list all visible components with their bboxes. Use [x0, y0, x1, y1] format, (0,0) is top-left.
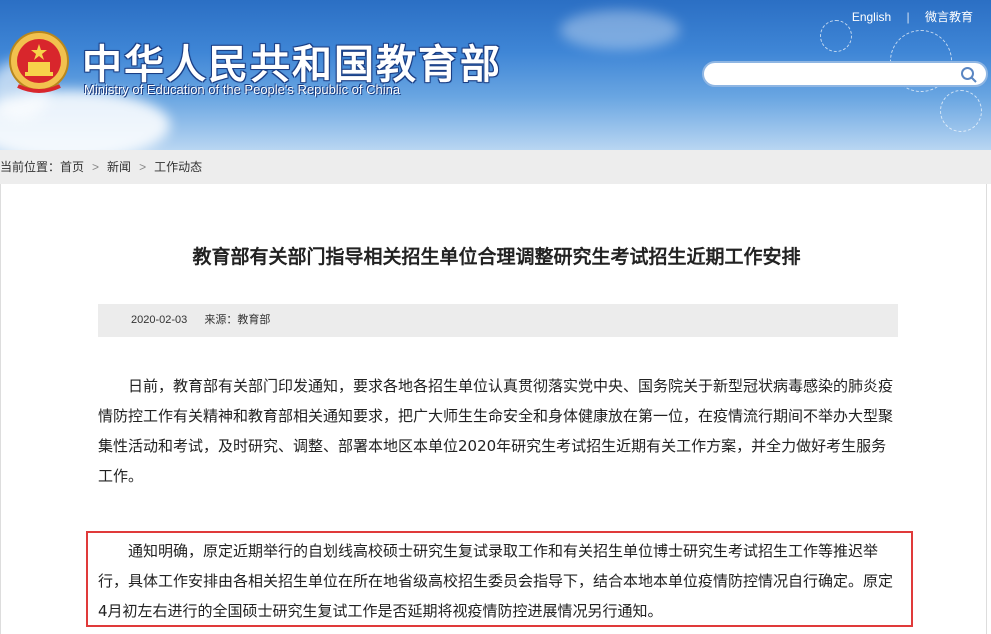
article-paragraph: 日前，教育部有关部门印发通知，要求各地各招生单位认真贯彻落实党中央、国务院关于新…: [98, 377, 894, 485]
article-meta: 2020-02-03 来源：教育部: [98, 304, 898, 337]
search-input[interactable]: [716, 63, 960, 87]
breadcrumb-work-updates[interactable]: 工作动态: [154, 150, 202, 184]
link-divider: |: [906, 10, 910, 24]
english-link[interactable]: English: [852, 10, 891, 24]
article-source: 来源：教育部: [204, 314, 271, 326]
national-emblem-icon: [9, 31, 69, 93]
article-paragraph-highlighted: 通知明确，原定近期举行的自划线高校硕士研究生复试录取工作和有关招生单位博士研究生…: [98, 542, 894, 620]
search-icon[interactable]: [960, 66, 978, 84]
breadcrumb-news[interactable]: 新闻: [107, 150, 131, 184]
dandelion-decoration: [820, 20, 852, 52]
weiyan-link[interactable]: 微言教育: [925, 10, 973, 24]
breadcrumb: 当前位置：首页 > 新闻 > 工作动态: [0, 150, 991, 184]
site-logo-english[interactable]: Ministry of Education of the People's Re…: [84, 82, 400, 97]
chevron-right-icon: >: [92, 160, 100, 174]
site-header: 中华人民共和国教育部 Ministry of Education of the …: [0, 0, 991, 150]
chevron-right-icon: >: [139, 160, 147, 174]
cloud-decoration: [560, 10, 680, 50]
dandelion-decoration: [940, 90, 982, 132]
search-box: [702, 61, 988, 87]
article-card: 教育部有关部门指导相关招生单位合理调整研究生考试招生近期工作安排 2020-02…: [0, 184, 987, 634]
breadcrumb-label: 当前位置：: [0, 160, 61, 174]
article-title: 教育部有关部门指导相关招生单位合理调整研究生考试招生近期工作安排: [192, 246, 801, 268]
breadcrumb-home[interactable]: 首页: [60, 150, 84, 184]
article-date: 2020-02-03: [131, 314, 188, 326]
top-links: English | 微言教育: [852, 8, 973, 25]
